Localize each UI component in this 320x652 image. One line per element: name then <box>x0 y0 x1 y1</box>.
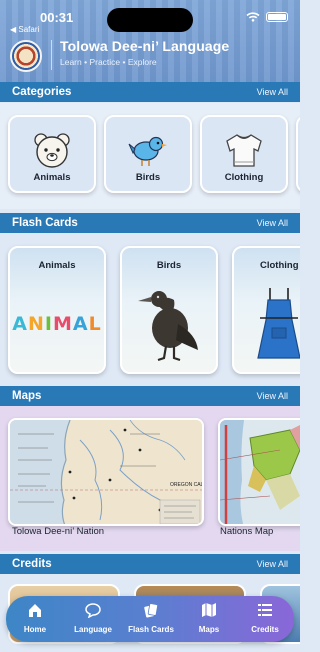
status-icons <box>246 12 288 22</box>
nations-map-image <box>220 420 300 524</box>
map-card-tolowa-nation[interactable]: OREGON CALIFORNIA <box>8 418 204 526</box>
bird-art <box>122 284 216 364</box>
header-divider <box>51 40 52 70</box>
section-title: Credits <box>12 558 52 570</box>
category-card-clothing[interactable]: Clothing <box>200 115 288 193</box>
bear-icon <box>34 133 70 168</box>
tribal-seal-logo <box>10 40 42 72</box>
bird-icon <box>128 136 167 166</box>
categories-carousel[interactable]: Animals Birds Clothing <box>0 103 300 209</box>
section-title: Maps <box>12 390 42 402</box>
tab-label: Home <box>23 625 47 634</box>
flash-card-label: Birds <box>156 260 182 271</box>
apron-art <box>234 284 300 364</box>
map-icon <box>202 603 216 617</box>
tab-credits[interactable]: Credits <box>236 602 294 634</box>
categories-view-all-link[interactable]: View All <box>257 87 288 97</box>
tab-label: Flash Cards <box>128 625 174 634</box>
wifi-icon <box>246 12 260 22</box>
app-title: Tolowa Dee-ni’ Language <box>60 38 230 54</box>
flash-card-label: Animals <box>38 260 76 271</box>
cards-icon <box>144 603 159 618</box>
category-card-partial[interactable] <box>296 115 300 193</box>
tab-label: Credits <box>251 625 279 634</box>
maps-carousel[interactable]: OREGON CALIFORNIA Tolowa Dee-ni’ Nation … <box>0 406 300 551</box>
credits-section-header: Credits View All <box>0 554 300 574</box>
flash-cards-view-all-link[interactable]: View All <box>257 218 288 228</box>
category-card-birds[interactable]: Birds <box>104 115 192 193</box>
map-label: Tolowa Dee-ni’ Nation <box>12 526 105 537</box>
animal-word: ANIMAL <box>12 313 102 335</box>
map-card-nations[interactable] <box>218 418 300 526</box>
tab-maps[interactable]: Maps <box>180 602 238 634</box>
section-title: Categories <box>12 86 72 98</box>
flash-card-animals[interactable]: Animals ANIMAL <box>8 246 106 374</box>
maps-section-header: Maps View All <box>0 386 300 406</box>
maps-view-all-link[interactable]: View All <box>257 391 288 401</box>
flash-card-label: Clothing <box>260 260 299 271</box>
flash-cards-section-header: Flash Cards View All <box>0 213 300 233</box>
section-title: Flash Cards <box>12 217 78 229</box>
tolowa-map-image: OREGON CALIFORNIA <box>10 420 204 524</box>
category-card-animals[interactable]: Animals <box>8 115 96 193</box>
back-to-safari-link[interactable]: ◀ Safari <box>10 25 39 34</box>
tab-flash-cards[interactable]: Flash Cards <box>122 602 180 634</box>
battery-icon <box>266 12 288 22</box>
list-icon <box>258 604 272 616</box>
tab-home[interactable]: Home <box>6 602 64 634</box>
category-label: Birds <box>135 172 161 183</box>
tab-language[interactable]: Language <box>64 602 122 634</box>
app-subtitle: Learn • Practice • Explore <box>60 57 157 67</box>
map-label: Nations Map <box>220 526 274 537</box>
animal-word-art: ANIMAL <box>10 284 104 364</box>
tab-label: Maps <box>198 625 220 634</box>
dynamic-island <box>107 8 193 32</box>
flash-cards-carousel[interactable]: Animals ANIMAL Birds Clothing <box>0 234 300 384</box>
apron-image <box>257 288 300 359</box>
title-block: Tolowa Dee-ni’ Language Learn • Practice… <box>60 38 229 67</box>
map-state-label: OREGON CALIFORNIA <box>170 482 204 488</box>
category-label: Clothing <box>224 172 264 183</box>
credits-view-all-link[interactable]: View All <box>257 559 288 569</box>
bottom-tab-bar: Home Language Flash Cards Maps Credits <box>6 596 294 642</box>
status-time: 00:31 <box>40 10 74 25</box>
home-icon <box>29 604 41 617</box>
albatross-image <box>138 291 198 362</box>
flash-card-birds[interactable]: Birds <box>120 246 218 374</box>
categories-section-header: Categories View All <box>0 82 300 102</box>
category-label: Animals <box>33 172 71 183</box>
app-header: 00:31 ◀ Safari Tolowa Dee-ni’ Language L… <box>0 0 300 82</box>
flash-card-clothing[interactable]: Clothing <box>232 246 300 374</box>
sweater-icon <box>226 134 262 167</box>
tab-label: Language <box>74 625 112 634</box>
chat-bubble-icon <box>85 603 101 619</box>
